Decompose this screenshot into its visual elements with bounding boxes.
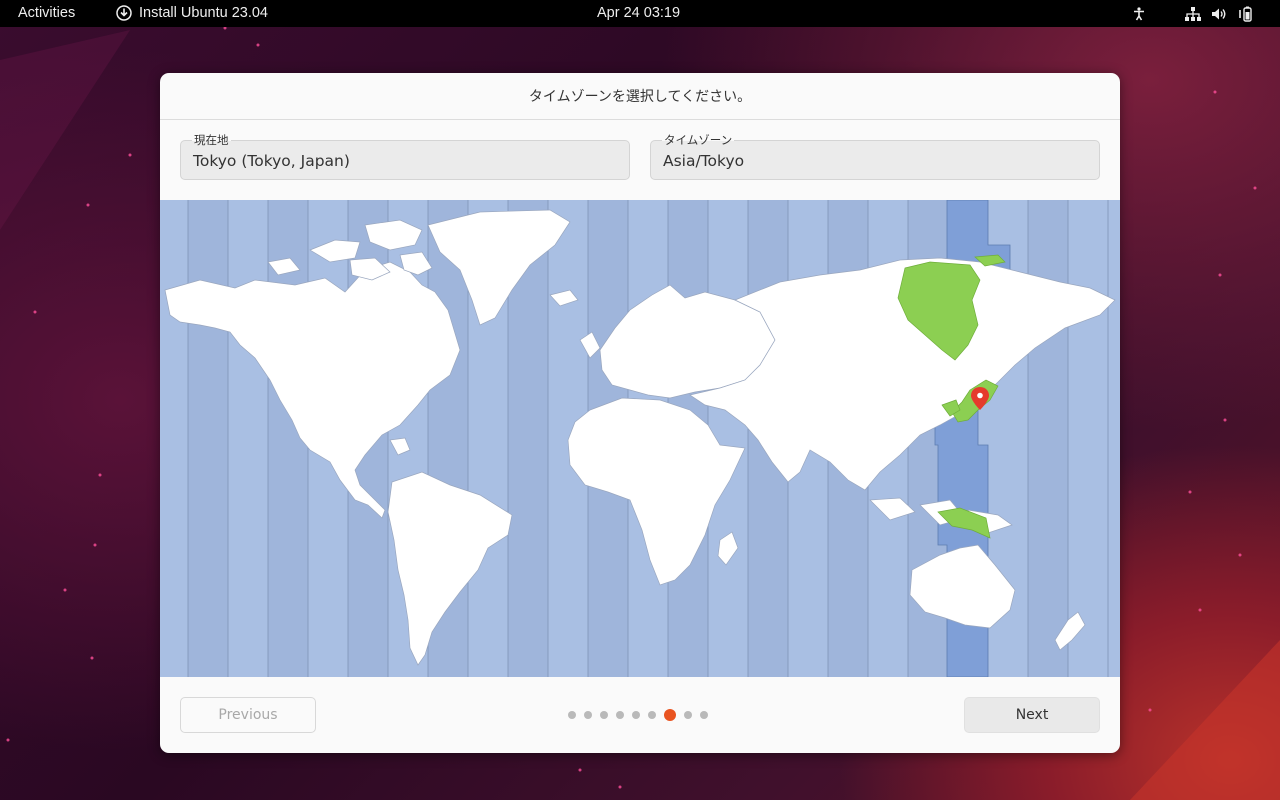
volume-icon[interactable] xyxy=(1206,4,1232,23)
activities-button[interactable]: Activities xyxy=(18,5,75,21)
top-bar: Activities Install Ubuntu 23.04 Apr 24 0… xyxy=(0,0,1280,27)
timezone-map[interactable] xyxy=(160,200,1120,677)
step-dot xyxy=(684,711,692,719)
battery-icon[interactable] xyxy=(1232,4,1258,23)
page-title: タイムゾーンを選択してください。 xyxy=(528,89,752,105)
timezone-value: Asia/Tokyo xyxy=(663,152,745,170)
system-tray[interactable] xyxy=(1126,4,1258,23)
step-dot xyxy=(600,711,608,719)
next-button[interactable]: Next xyxy=(964,697,1100,733)
step-dot xyxy=(700,711,708,719)
app-menu[interactable]: Install Ubuntu 23.04 xyxy=(116,5,268,21)
step-dot xyxy=(568,711,576,719)
app-title: Install Ubuntu 23.04 xyxy=(139,5,268,21)
step-indicator xyxy=(568,709,708,721)
step-dot xyxy=(632,711,640,719)
accessibility-icon[interactable] xyxy=(1126,4,1152,23)
previous-button[interactable]: Previous xyxy=(180,697,316,733)
step-dot-current xyxy=(664,709,676,721)
installer-icon xyxy=(116,5,132,21)
timezone-field[interactable]: タイムゾーン Asia/Tokyo xyxy=(650,132,1100,180)
timezone-label: タイムゾーン xyxy=(662,132,735,148)
clock[interactable]: Apr 24 03:19 xyxy=(597,5,680,21)
location-field[interactable]: 現在地 Tokyo (Tokyo, Japan) xyxy=(180,132,630,180)
step-dot xyxy=(616,711,624,719)
network-icon[interactable] xyxy=(1180,4,1206,23)
dialog-header: タイムゾーンを選択してください。 xyxy=(160,73,1120,120)
installer-window: タイムゾーンを選択してください。 現在地 Tokyo (Tokyo, Japan… xyxy=(160,73,1120,753)
step-dot xyxy=(648,711,656,719)
location-label: 現在地 xyxy=(192,132,231,148)
step-dot xyxy=(584,711,592,719)
location-value: Tokyo (Tokyo, Japan) xyxy=(193,152,350,170)
